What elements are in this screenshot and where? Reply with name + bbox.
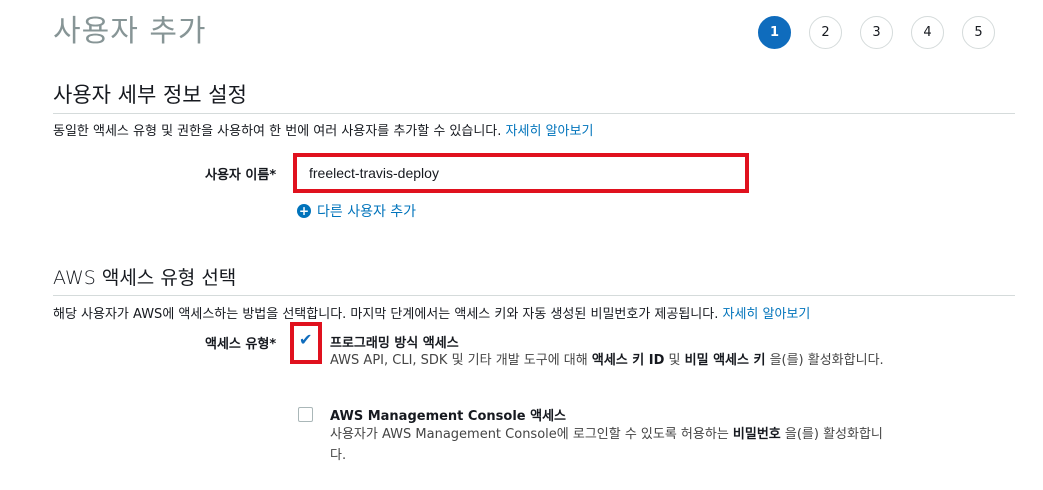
user-details-description-text: 동일한 액세스 유형 및 권한을 사용하여 한 번에 여러 사용자를 추가할 수… — [53, 124, 502, 139]
user-details-title: 사용자 세부 정보 설정 — [53, 83, 247, 107]
programmatic-access-title: 프로그래밍 방식 액세스 — [330, 336, 459, 351]
step-1[interactable]: 1 — [758, 16, 791, 49]
console-access-title: AWS Management Console 액세스 — [330, 409, 566, 424]
section-divider — [53, 295, 1015, 296]
step-4[interactable]: 4 — [911, 16, 944, 49]
add-another-user-button[interactable]: + 다른 사용자 추가 — [297, 201, 416, 221]
programmatic-access-description: AWS API, CLI, SDK 및 기타 개발 도구에 대해 액세스 키 I… — [330, 350, 890, 371]
desc-text: 을(를) 활성화합니다. — [765, 353, 884, 368]
desc-text: 및 — [664, 353, 685, 368]
learn-more-link[interactable]: 자세히 알아보기 — [723, 307, 811, 322]
user-details-description: 동일한 액세스 유형 및 권한을 사용하여 한 번에 여러 사용자를 추가할 수… — [53, 120, 593, 139]
plus-circle-icon: + — [297, 204, 311, 218]
add-another-user-label: 다른 사용자 추가 — [317, 204, 417, 220]
username-field-wrapper — [293, 153, 749, 193]
access-type-description-text: 해당 사용자가 AWS에 액세스하는 방법을 선택합니다. 마지막 단계에서는 … — [53, 307, 719, 322]
step-3[interactable]: 3 — [860, 16, 893, 49]
checkmark-icon: ✔ — [299, 330, 313, 349]
learn-more-link[interactable]: 자세히 알아보기 — [506, 124, 594, 139]
step-5[interactable]: 5 — [962, 16, 995, 49]
desc-text: 사용자가 AWS Management Console에 로그인할 수 있도록 … — [330, 427, 733, 442]
username-input[interactable] — [297, 157, 745, 189]
secret-access-key-text: 비밀 액세스 키 — [684, 353, 766, 368]
access-type-label: 액세스 유형* — [205, 337, 277, 352]
step-2[interactable]: 2 — [809, 16, 842, 49]
password-text: 비밀번호 — [732, 427, 781, 442]
programmatic-access-checkbox[interactable]: ✔ — [298, 330, 313, 349]
access-type-description: 해당 사용자가 AWS에 액세스하는 방법을 선택합니다. 마지막 단계에서는 … — [53, 303, 810, 322]
username-label: 사용자 이름* — [205, 168, 277, 183]
step-indicator: 1 2 3 4 5 — [758, 16, 995, 49]
section-divider — [53, 113, 1015, 114]
desc-text: AWS API, CLI, SDK 및 기타 개발 도구에 대해 — [330, 353, 592, 368]
console-access-checkbox[interactable] — [298, 407, 313, 422]
console-access-description: 사용자가 AWS Management Console에 로그인할 수 있도록 … — [330, 424, 890, 466]
page-title: 사용자 추가 — [53, 14, 207, 49]
access-key-id-text: 액세스 키 ID — [591, 353, 665, 368]
access-type-title: AWS 액세스 유형 선택 — [53, 267, 237, 289]
